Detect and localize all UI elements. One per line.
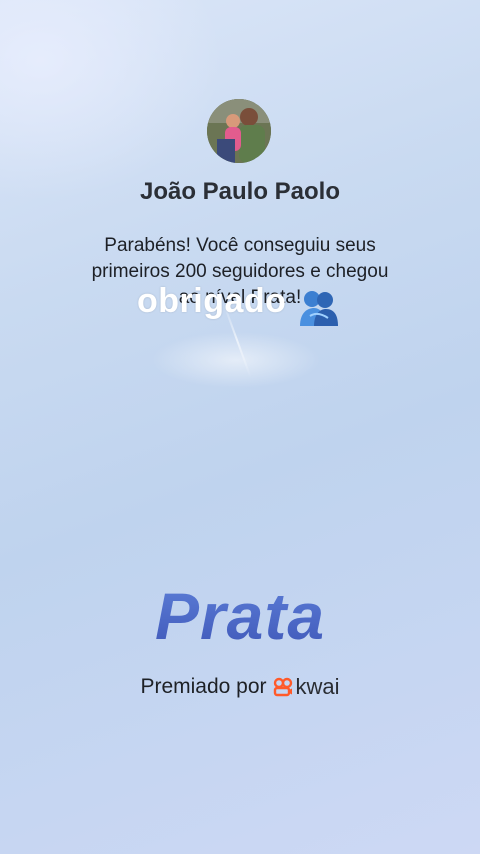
avatar[interactable] [207,99,271,163]
message-line-1: Parabéns! Você conseguiu seus [104,235,376,256]
overlay-caption: obrigado [137,282,287,320]
kwai-logo: kwai [273,674,340,700]
award-line: Premiado por kwai [0,674,480,700]
profile-name: João Paulo Paolo [139,178,341,205]
kwai-brand-text: kwai [295,674,340,699]
people-hugging-icon [298,288,340,328]
kwai-logo-icon [273,677,292,697]
tier-label: Prata [0,578,480,654]
award-prefix: Premiado por [140,675,267,698]
